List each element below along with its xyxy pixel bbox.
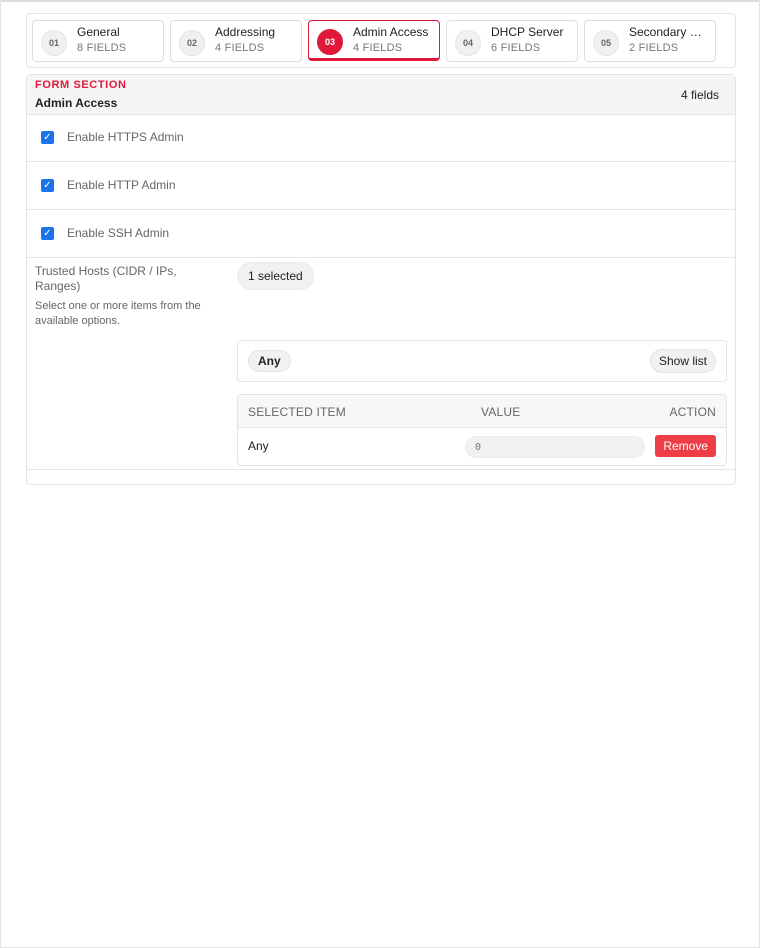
step-title: Admin Access (353, 25, 429, 39)
step-title: General (77, 25, 120, 39)
step-field-count: 6 FIELDS (491, 42, 541, 54)
column-header-value: VALUE (481, 405, 521, 419)
step-number-badge: 05 (593, 30, 619, 56)
enable-https-admin-checkbox[interactable]: ✓ (41, 131, 54, 144)
table-header: SELECTED ITEM VALUE ACTION (238, 395, 726, 428)
column-header-selected-item: SELECTED ITEM (248, 405, 346, 419)
step-number-badge: 01 (41, 30, 67, 56)
step-number-badge: 03 (317, 29, 343, 55)
selected-item-chip[interactable]: Any (248, 350, 291, 372)
form-section-admin-access: FORM SECTION Admin Access 4 fields ✓ Ena… (26, 74, 736, 485)
row-item-name: Any (248, 439, 269, 453)
trusted-hosts-label: Trusted Hosts (CIDR / IPs, Ranges) (35, 264, 177, 293)
table-row: Any Remove (238, 428, 726, 465)
step-tab-addressing[interactable]: 02 Addressing 4 FIELDS (170, 20, 302, 62)
enable-https-admin-label[interactable]: Enable HTTPS Admin (67, 130, 184, 144)
field-enable-https-admin: ✓ Enable HTTPS Admin (27, 114, 735, 162)
step-tab-admin-access[interactable]: 03 Admin Access 4 FIELDS (308, 20, 440, 61)
enable-ssh-admin-label[interactable]: Enable SSH Admin (67, 226, 169, 240)
field-trusted-hosts: Trusted Hosts (CIDR / IPs, Ranges) Selec… (27, 258, 735, 470)
step-title: Secondary … (629, 25, 702, 39)
step-number-badge: 02 (179, 30, 205, 56)
field-enable-ssh-admin: ✓ Enable SSH Admin (27, 210, 735, 258)
enable-http-admin-checkbox[interactable]: ✓ (41, 179, 54, 192)
section-field-count: 4 fields (680, 88, 719, 102)
step-title: DHCP Server (491, 25, 564, 39)
section-header: FORM SECTION Admin Access 4 fields (27, 75, 735, 115)
step-field-count: 8 FIELDS (77, 42, 127, 54)
step-tab-dhcp-server[interactable]: 04 DHCP Server 6 FIELDS (446, 20, 578, 62)
row-value-input[interactable] (465, 436, 645, 458)
column-header-action: ACTION (669, 405, 716, 419)
field-enable-http-admin: ✓ Enable HTTP Admin (27, 162, 735, 210)
step-tab-general[interactable]: 01 General 8 FIELDS (32, 20, 164, 62)
selected-items-box: Any Show list (237, 340, 727, 382)
enable-ssh-admin-checkbox[interactable]: ✓ (41, 227, 54, 240)
trusted-hosts-help-text: Select one or more items from the availa… (35, 300, 201, 327)
step-title: Addressing (215, 25, 276, 39)
step-number-badge: 04 (455, 30, 481, 56)
section-title: Admin Access (35, 96, 118, 110)
step-tabs: 01 General 8 FIELDS 02 Addressing 4 FIEL… (26, 13, 736, 68)
step-tab-secondary[interactable]: 05 Secondary … 2 FIELDS (584, 20, 716, 62)
step-field-count: 4 FIELDS (215, 42, 265, 54)
step-field-count: 2 FIELDS (629, 42, 679, 54)
show-list-button[interactable]: Show list (649, 349, 716, 373)
remove-button[interactable]: Remove (655, 435, 716, 457)
selected-items-table: SELECTED ITEM VALUE ACTION Any Remove (237, 394, 727, 466)
page: 01 General 8 FIELDS 02 Addressing 4 FIEL… (0, 0, 760, 948)
enable-http-admin-label[interactable]: Enable HTTP Admin (67, 178, 176, 192)
section-kicker: FORM SECTION (35, 79, 127, 91)
selected-count-badge: 1 selected (237, 262, 314, 290)
step-field-count: 4 FIELDS (353, 42, 403, 54)
